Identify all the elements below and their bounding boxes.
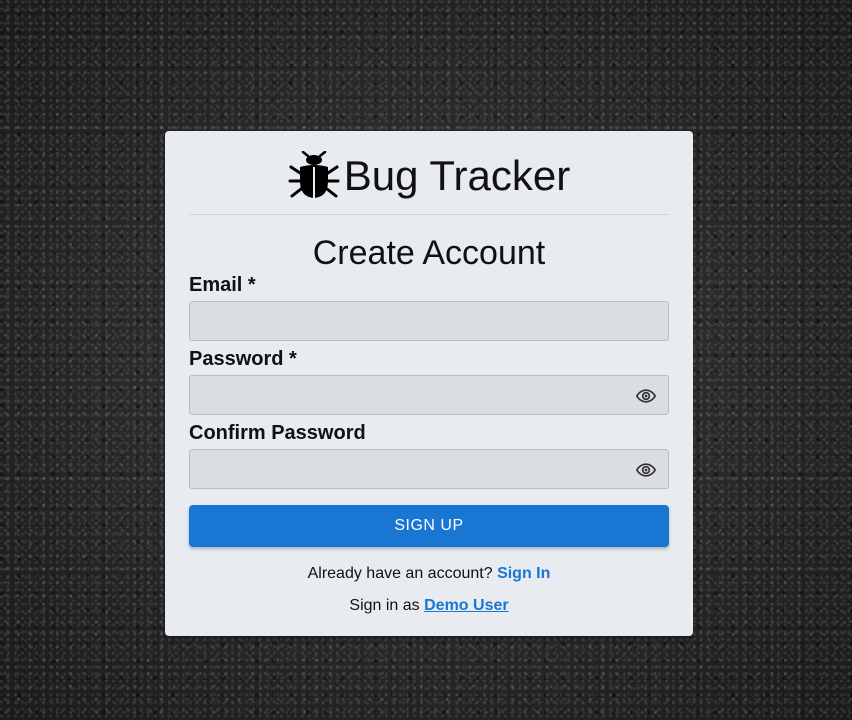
app-title: Bug Tracker <box>343 151 571 199</box>
sign-in-link[interactable]: Sign In <box>497 565 550 582</box>
email-field-wrapper <box>189 301 669 341</box>
password-field-wrapper <box>189 375 669 415</box>
email-label: Email * <box>189 274 256 296</box>
password-field[interactable] <box>190 376 668 414</box>
eye-icon[interactable] <box>636 460 656 480</box>
confirm-password-label: Confirm Password <box>189 422 366 444</box>
demo-prefix-text: Sign in as <box>349 597 420 614</box>
have-account-text: Already have an account? <box>307 565 493 582</box>
signup-card: Bug Tracker Create Account Email * Passw… <box>165 131 693 636</box>
password-label: Password * <box>189 348 297 370</box>
confirm-password-field[interactable] <box>190 450 668 488</box>
page-heading: Create Account <box>312 234 546 272</box>
sign-in-prompt: Already have an account? Sign In <box>189 565 669 583</box>
email-field[interactable] <box>190 302 668 340</box>
brand-header: Bug Tracker <box>189 131 669 215</box>
demo-user-link[interactable]: Demo User <box>424 597 508 614</box>
sign-up-button[interactable]: SIGN UP <box>189 505 669 547</box>
bug-icon <box>288 150 340 198</box>
confirm-password-field-wrapper <box>189 449 669 489</box>
demo-prompt: Sign in as Demo User <box>189 597 669 615</box>
eye-icon[interactable] <box>636 386 656 406</box>
